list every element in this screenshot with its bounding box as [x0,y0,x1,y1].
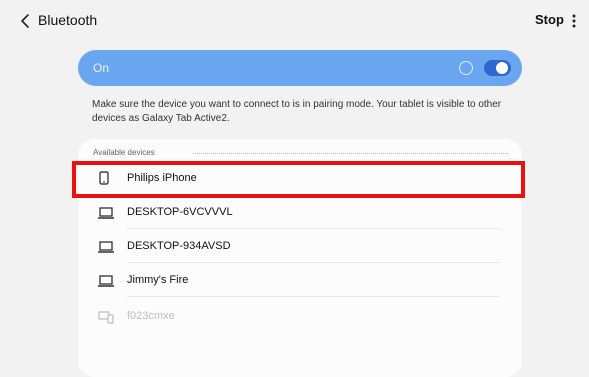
bluetooth-toggle[interactable] [484,60,511,76]
section-divider [193,153,508,154]
row-divider [127,296,500,297]
status-ring-icon [459,61,473,75]
device-row-philips-iphone[interactable]: Philips iPhone [78,161,522,195]
laptop-icon [98,241,114,253]
back-button[interactable] [17,11,35,31]
device-row-desktop-934avsd[interactable]: DESKTOP-934AVSD [78,229,522,263]
stop-button[interactable]: Stop [535,12,564,27]
phone-icon [99,171,109,185]
page-title: Bluetooth [38,12,98,28]
laptop-icon [98,207,114,219]
more-vertical-icon [572,14,576,28]
available-devices-card: Available devices Philips iPhone DESKTOP… [78,139,522,377]
chevron-left-icon [21,14,29,28]
bluetooth-toggle-card[interactable]: On [78,50,522,86]
top-bar: Bluetooth Stop [0,0,589,44]
section-label: Available devices [93,148,155,157]
pairing-info-text: Make sure the device you want to connect… [92,99,502,124]
device-name: Philips iPhone [127,172,197,184]
toggle-knob [496,62,508,74]
device-row-desktop-6vcvvvl[interactable]: DESKTOP-6VCVVVL [78,195,522,229]
toggle-label: On [93,61,110,75]
device-name: f023cmxe [127,310,175,322]
device-name: Jimmy's Fire [127,274,189,286]
device-name: DESKTOP-934AVSD [127,240,231,252]
more-options-button[interactable] [568,11,580,31]
device-name: DESKTOP-6VCVVVL [127,206,233,218]
multi-device-icon [98,311,114,324]
device-row-f023cmxe[interactable]: f023cmxe [78,299,522,333]
laptop-icon [98,275,114,287]
device-row-jimmys-fire[interactable]: Jimmy's Fire [78,263,522,297]
